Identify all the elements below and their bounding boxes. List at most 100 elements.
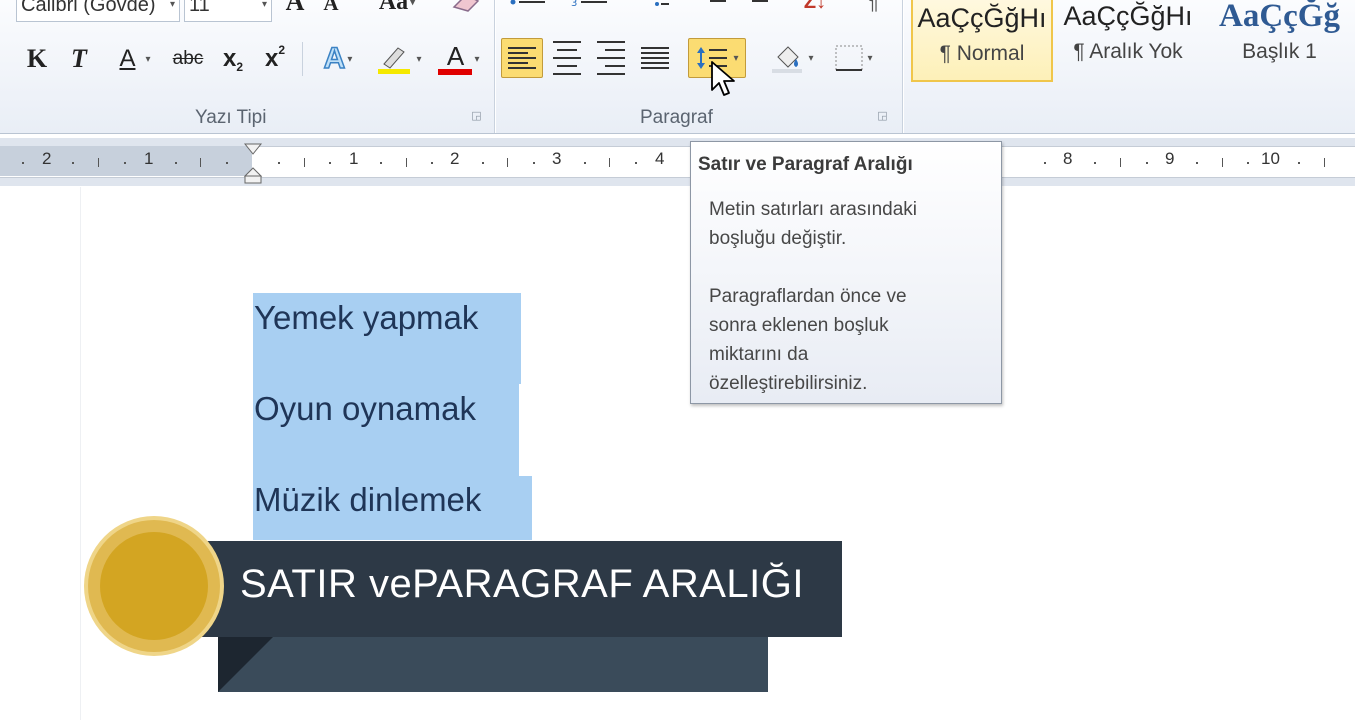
subscript-mark: 2 [236,60,244,74]
change-case-icon: Aa [378,0,409,15]
align-center-button[interactable] [546,38,588,78]
numbering-button[interactable]: 3 [566,0,616,14]
ruler-label: 2 [450,149,460,168]
italic-icon: T [71,44,87,73]
strikethrough-icon: abc [172,48,204,69]
style-heading-1[interactable]: AaÇçĞğ Başlık 1 [1204,0,1355,82]
style-normal[interactable]: AaÇçĞğHı ¶ Normal [911,0,1053,82]
ruler-label: 1 [144,149,154,168]
font-dialog-launcher-icon[interactable]: ◲ [470,110,483,123]
style-normal-label: ¶ Normal [939,42,1025,65]
style-heading-1-label: Başlık 1 [1242,40,1317,63]
shrink-font-icon: A [323,0,339,15]
change-case-button[interactable]: Aa ▾ [372,0,422,16]
shading-button[interactable]: ▾ [764,38,820,78]
tooltip-text: miktarını da [709,344,809,365]
font-color-icon: A [438,41,473,75]
ruler-label: 4 [655,149,665,168]
superscript-button[interactable]: x2 [258,42,292,76]
borders-icon [835,45,863,71]
ruler-dot [175,162,177,164]
mouse-cursor-icon [711,61,735,96]
bold-button[interactable]: K [20,42,54,76]
banner-circle-inner [100,532,208,640]
grow-font-button[interactable]: A [280,0,310,16]
strikethrough-button[interactable]: abc [168,42,208,76]
document-line[interactable]: Yemek yapmak [254,299,478,337]
banner-shadow [218,637,768,692]
tooltip-title: Satır ve Paragraf Aralığı [698,154,913,175]
show-formatting-button[interactable]: ¶ [858,0,888,16]
ruler-label: 10 [1261,149,1280,168]
borders-button[interactable]: ▾ [826,38,880,78]
font-name-value: Calibri (Gövde) [21,0,156,16]
increase-indent-button[interactable] [740,0,772,14]
ruler-dot [329,162,331,164]
sort-icon: Z↓ [803,0,827,13]
ruler-tick [1324,158,1325,167]
paragraph-dialog-launcher-icon[interactable]: ◲ [876,110,889,123]
font-color-button[interactable]: A ▾ [432,40,486,78]
text-effects-icon: A [323,41,346,76]
grow-font-icon: A [285,0,305,16]
ribbon: Calibri (Gövde) ▾ 11 ▾ A A Aa ▾ K T A ▾ abc … [0,0,1355,134]
font-size-value: 11 [189,0,210,16]
banner-title: SATIR vePARAGRAF ARALIĞI [240,562,804,606]
italic-button[interactable]: T [62,42,96,76]
decrease-indent-button[interactable] [698,0,730,14]
document-line[interactable]: Müzik dinlemek [254,481,481,519]
ruler-dot [1196,162,1198,164]
ruler-tick [406,158,407,167]
text-effects-button[interactable]: A ▾ [312,41,364,76]
shrink-font-button[interactable]: A [318,0,344,16]
align-left-icon [508,44,536,72]
align-right-button[interactable] [590,38,632,78]
align-right-icon [597,38,625,78]
tooltip-text: Paragraflardan önce ve [709,286,907,307]
group-separator [494,0,495,133]
ruler-margin-area [0,146,252,176]
tooltip-text: sonra eklenen boşluk [709,315,889,336]
bold-icon: K [26,44,48,73]
ruler-dot [584,162,586,164]
tooltip-text: boşluğu değiştir. [709,228,847,249]
ruler-dot [380,162,382,164]
ruler-dot [1094,162,1096,164]
subscript-button[interactable]: x2 [216,42,250,76]
indent-marker-icon[interactable] [243,142,263,184]
style-no-spacing-preview: AaÇçĞğHı [1063,1,1193,31]
font-size-combo[interactable]: 11 ▾ [184,0,272,22]
multilevel-list-button[interactable] [636,0,676,14]
page-edge [80,187,81,720]
justify-button[interactable] [634,38,676,78]
paint-bucket-icon [772,46,803,73]
align-left-button[interactable] [501,38,543,78]
numbering-icon: 3 [571,0,607,9]
font-name-combo[interactable]: Calibri (Gövde) ▾ [16,0,180,22]
justify-icon [641,44,669,72]
ruler-tick [609,158,610,167]
superscript-icon: x [264,45,279,72]
divider [302,42,303,76]
bullets-button[interactable] [504,0,554,14]
clear-formatting-button[interactable] [448,0,486,16]
decrease-indent-icon [710,0,726,2]
font-color-letter: A [446,41,465,71]
ruler-label: 3 [552,149,562,168]
ruler-dot [226,162,228,164]
style-no-spacing[interactable]: AaÇçĞğHı ¶ Aralık Yok [1058,0,1198,82]
ruler-dot [635,162,637,164]
ruler-dot [431,162,433,164]
ruler-tick [304,158,305,167]
highlight-button[interactable]: ▾ [370,42,426,76]
multilevel-list-icon [655,2,669,6]
sort-button[interactable]: Z↓ [796,0,834,16]
ruler-dot [1044,162,1046,164]
style-normal-preview: AaÇçĞğHı [917,3,1047,33]
document-line[interactable]: Oyun oynamak [254,390,476,428]
tooltip-text: Metin satırları arasındaki [709,199,918,220]
horizontal-ruler[interactable]: 2 1 1 2 3 4 8 9 10 [0,138,1355,186]
style-heading-1-preview: AaÇçĞğ [1219,0,1340,34]
underline-button[interactable]: A ▾ [108,42,162,76]
style-no-spacing-label: ¶ Aralık Yok [1073,40,1183,63]
